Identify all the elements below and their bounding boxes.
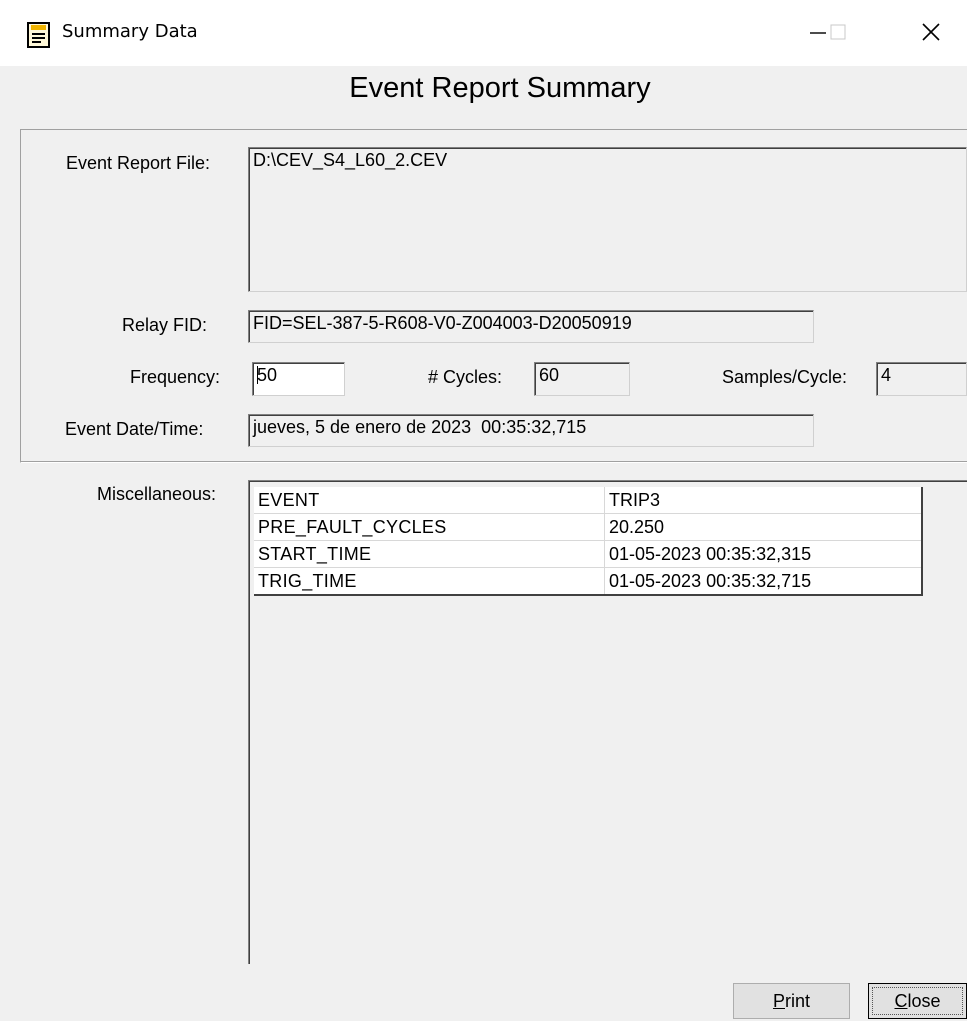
event-datetime-label: Event Date/Time: <box>65 419 204 439</box>
table-cell-key: EVENT <box>254 487 605 514</box>
print-label: rint <box>785 990 811 1011</box>
relay-fid-label: Relay FID: <box>122 315 208 335</box>
table-cell-key: START_TIME <box>254 540 605 568</box>
table-row[interactable]: EVENT TRIP3 <box>254 487 922 514</box>
relay-fid-field[interactable]: FID=SEL-387-5-R608-V0-Z004003-D20050919 <box>248 310 814 343</box>
table-row[interactable]: PRE_FAULT_CYCLES 20.250 <box>254 513 922 541</box>
event-datetime-field[interactable]: jueves, 5 de enero de 2023 00:35:32,715 <box>248 414 814 447</box>
close-mnemonic: C <box>894 990 908 1011</box>
close-label: lose <box>907 990 941 1011</box>
samples-per-cycle-field[interactable]: 4 <box>876 362 967 396</box>
miscellaneous-label: Miscellaneous: <box>97 484 217 504</box>
close-button[interactable]: Close <box>868 983 967 1019</box>
table-cell-key: PRE_FAULT_CYCLES <box>254 513 605 541</box>
miscellaneous-table: EVENT TRIP3 PRE_FAULT_CYCLES 20.250 STAR… <box>254 487 923 596</box>
page-title: Event Report Summary <box>349 72 651 104</box>
document-list-icon <box>26 21 52 49</box>
samples-per-cycle-label: Samples/Cycle: <box>722 367 848 387</box>
table-cell-key: TRIG_TIME <box>254 567 605 596</box>
frequency-input[interactable]: 50 <box>252 362 345 396</box>
table-row[interactable]: START_TIME 01-05-2023 00:35:32,315 <box>254 540 922 568</box>
print-mnemonic: P <box>772 990 785 1011</box>
maximize-icon <box>828 22 848 47</box>
table-cell-value: 01-05-2023 00:35:32,715 <box>604 567 922 596</box>
window-title: Summary Data <box>62 21 198 42</box>
close-icon <box>920 21 942 48</box>
frequency-label: Frequency: <box>130 367 221 387</box>
table-cell-value: 01-05-2023 00:35:32,315 <box>604 540 922 568</box>
maximize-button[interactable] <box>814 14 862 54</box>
print-button[interactable]: Print <box>733 983 850 1019</box>
table-cell-value: TRIP3 <box>604 487 922 514</box>
title-bar[interactable]: Summary Data <box>0 0 967 66</box>
table-row[interactable]: TRIG_TIME 01-05-2023 00:35:32,715 <box>254 567 922 596</box>
event-report-file-label: Event Report File: <box>66 153 211 173</box>
close-window-button[interactable] <box>907 14 955 54</box>
frequency-value: 50 <box>257 365 278 385</box>
table-cell-value: 20.250 <box>604 513 922 541</box>
event-report-file-field[interactable]: D:\CEV_S4_L60_2.CEV <box>248 147 967 292</box>
cycles-field[interactable]: 60 <box>534 362 630 396</box>
cycles-label: # Cycles: <box>428 367 503 387</box>
